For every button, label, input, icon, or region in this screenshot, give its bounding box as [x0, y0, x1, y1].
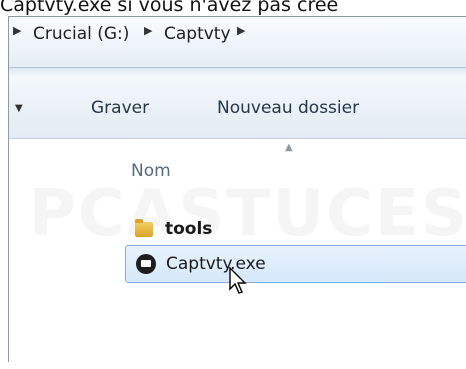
- file-list: PCASTUCES ▲ Nom tools Captvty.exe: [9, 139, 466, 369]
- column-header-name[interactable]: Nom: [131, 161, 171, 181]
- breadcrumb-folder[interactable]: Captvty: [164, 24, 231, 44]
- dropdown-arrow-icon[interactable]: ▼: [15, 103, 23, 114]
- file-name: tools: [165, 219, 213, 239]
- burn-button[interactable]: Graver: [91, 98, 149, 118]
- breadcrumb-separator[interactable]: ▶: [237, 24, 245, 37]
- file-name: Captvty.exe: [166, 254, 266, 274]
- address-bar[interactable]: ▶ Crucial (G:) ▶ Captvty ▶: [9, 17, 466, 68]
- instruction-caption: Captvty.exe si vous n'avez pas créé: [0, 0, 339, 16]
- breadcrumb-drive[interactable]: Crucial (G:): [33, 24, 129, 44]
- command-bar: ▼ Graver Nouveau dossier: [9, 76, 466, 139]
- new-folder-button[interactable]: Nouveau dossier: [217, 98, 359, 118]
- sort-ascending-icon: ▲: [285, 142, 293, 153]
- header-divider: [9, 68, 466, 76]
- folder-icon: [135, 219, 157, 239]
- list-item-selected[interactable]: Captvty.exe: [125, 245, 466, 283]
- chevron-right-icon: ▶: [13, 24, 22, 37]
- breadcrumb-root-arrow[interactable]: ▶: [13, 24, 21, 37]
- explorer-window: ▶ Crucial (G:) ▶ Captvty ▶ ▼ Graver Nouv…: [8, 16, 466, 369]
- mouse-pointer-icon: [229, 267, 247, 294]
- breadcrumb-separator[interactable]: ▶: [144, 24, 152, 37]
- application-icon: [136, 254, 158, 274]
- chevron-right-icon: ▶: [237, 24, 246, 37]
- chevron-right-icon: ▶: [144, 24, 153, 37]
- list-item[interactable]: tools: [125, 212, 466, 246]
